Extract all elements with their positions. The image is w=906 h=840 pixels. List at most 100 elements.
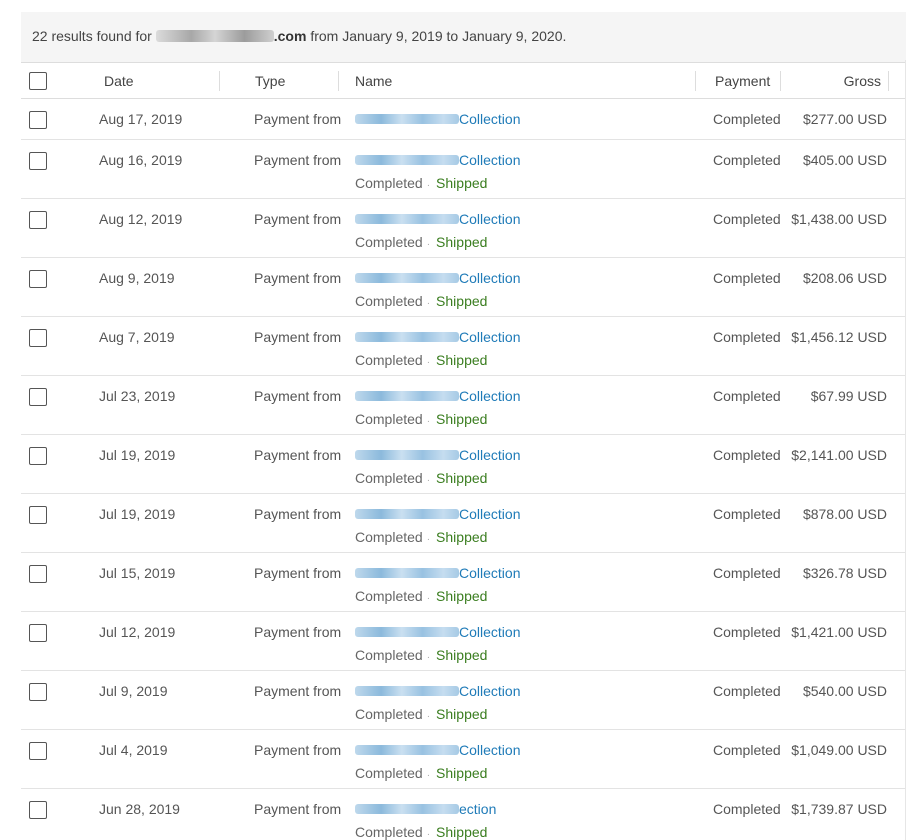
- results-range-text: from January 9, 2019 to January 9, 2020.: [310, 28, 567, 44]
- row-payment-status: Completed: [713, 742, 781, 758]
- select-all-checkbox[interactable]: [29, 72, 47, 90]
- row-type: Payment from: [254, 329, 342, 345]
- row-name[interactable]: Collection: [355, 329, 520, 345]
- row-name[interactable]: Collection: [355, 565, 520, 581]
- row-checkbox[interactable]: [29, 506, 47, 524]
- row-name[interactable]: Collection: [355, 388, 520, 404]
- column-header-date[interactable]: Date: [104, 73, 134, 89]
- column-header-type[interactable]: Type: [255, 73, 285, 89]
- table-row[interactable]: Jul 4, 2019 Payment from Collection Complet…: [21, 730, 906, 789]
- column-header-gross[interactable]: Gross: [844, 73, 881, 89]
- redacted-name: [355, 273, 459, 283]
- row-name[interactable]: Collection: [355, 506, 520, 522]
- table-row[interactable]: Jul 19, 2019 Payment from Collection Comple…: [21, 494, 906, 553]
- row-name-link[interactable]: Collection: [459, 624, 520, 640]
- row-checkbox[interactable]: [29, 329, 47, 347]
- table-row[interactable]: Jun 28, 2019 Payment from ection Completed ·…: [21, 789, 906, 840]
- row-payment-status: Completed: [713, 388, 781, 404]
- row-gross: $326.78 USD: [802, 565, 887, 581]
- row-order-status: Completed · Shipped: [355, 175, 487, 191]
- row-order-status: Completed · Shipped: [355, 588, 487, 604]
- row-shipping: Shipped: [436, 293, 488, 309]
- row-name-link[interactable]: Collection: [459, 329, 520, 345]
- row-name-link[interactable]: Collection: [459, 152, 520, 168]
- column-separator: [219, 71, 220, 91]
- row-checkbox[interactable]: [29, 801, 47, 819]
- row-name[interactable]: ection: [355, 801, 496, 817]
- row-name[interactable]: Collection: [355, 111, 520, 127]
- row-name-link[interactable]: Collection: [459, 565, 520, 581]
- row-gross: $540.00 USD: [802, 683, 887, 699]
- row-name-link[interactable]: Collection: [459, 742, 520, 758]
- row-status: Completed: [355, 293, 423, 309]
- row-checkbox[interactable]: [29, 624, 47, 642]
- row-name[interactable]: Collection: [355, 152, 520, 168]
- row-type: Payment from: [254, 152, 342, 168]
- row-name-link[interactable]: Collection: [459, 447, 520, 463]
- row-gross: $1,049.00 USD: [791, 742, 887, 758]
- row-gross: $1,438.00 USD: [791, 211, 887, 227]
- separator-dot: ·: [426, 652, 431, 663]
- table-row[interactable]: Jul 23, 2019 Payment from Collection Comple…: [21, 376, 906, 435]
- row-checkbox[interactable]: [29, 152, 47, 170]
- separator-dot: ·: [426, 475, 431, 486]
- row-name[interactable]: Collection: [355, 270, 520, 286]
- row-checkbox[interactable]: [29, 447, 47, 465]
- row-name-link[interactable]: Collection: [459, 506, 520, 522]
- separator-dot: ·: [426, 593, 431, 604]
- row-shipping: Shipped: [436, 824, 488, 840]
- table-row[interactable]: Aug 9, 2019 Payment from Collection Complet…: [21, 258, 906, 317]
- row-payment-status: Completed: [713, 801, 781, 817]
- row-shipping: Shipped: [436, 352, 488, 368]
- table-row[interactable]: Aug 12, 2019 Payment from Collection Comple…: [21, 199, 906, 258]
- column-separator: [780, 71, 781, 91]
- row-order-status: Completed · Shipped: [355, 529, 487, 545]
- row-name[interactable]: Collection: [355, 742, 520, 758]
- row-name-link[interactable]: Collection: [459, 270, 520, 286]
- row-name[interactable]: Collection: [355, 447, 520, 463]
- row-checkbox[interactable]: [29, 742, 47, 760]
- row-name[interactable]: Collection: [355, 624, 520, 640]
- row-shipping: Shipped: [436, 588, 488, 604]
- row-checkbox[interactable]: [29, 565, 47, 583]
- column-separator: [338, 71, 339, 91]
- table-row[interactable]: Jul 9, 2019 Payment from Collection Complet…: [21, 671, 906, 730]
- row-checkbox[interactable]: [29, 270, 47, 288]
- redacted-name: [355, 114, 459, 124]
- separator-dot: ·: [426, 711, 431, 722]
- row-type: Payment from: [254, 388, 342, 404]
- row-name-link[interactable]: ection: [459, 801, 496, 817]
- row-name-link[interactable]: Collection: [459, 111, 520, 127]
- row-checkbox[interactable]: [29, 211, 47, 229]
- table-row[interactable]: Aug 17, 2019 Payment from Collection Comple…: [21, 99, 906, 140]
- table-row[interactable]: Jul 12, 2019 Payment from Collection Comple…: [21, 612, 906, 671]
- row-date: Jul 19, 2019: [99, 506, 176, 522]
- row-status: Completed: [355, 706, 423, 722]
- row-order-status: Completed · Shipped: [355, 234, 487, 250]
- redacted-name: [355, 686, 459, 696]
- row-name[interactable]: Collection: [355, 211, 520, 227]
- row-checkbox[interactable]: [29, 111, 47, 129]
- separator-dot: ·: [426, 239, 431, 250]
- row-shipping: Shipped: [436, 234, 488, 250]
- row-order-status: Completed · Shipped: [355, 352, 487, 368]
- row-status: Completed: [355, 765, 423, 781]
- column-header-payment[interactable]: Payment: [715, 73, 770, 89]
- row-checkbox[interactable]: [29, 683, 47, 701]
- redacted-name: [355, 627, 459, 637]
- row-name-link[interactable]: Collection: [459, 388, 520, 404]
- table-row[interactable]: Jul 19, 2019 Payment from Collection Comple…: [21, 435, 906, 494]
- row-name[interactable]: Collection: [355, 683, 520, 699]
- row-payment-status: Completed: [713, 111, 781, 127]
- table-row[interactable]: Aug 16, 2019 Payment from Collection Comple…: [21, 140, 906, 199]
- column-header-name[interactable]: Name: [355, 73, 392, 89]
- row-name-link[interactable]: Collection: [459, 683, 520, 699]
- row-status: Completed: [355, 529, 423, 545]
- table-row[interactable]: Jul 15, 2019 Payment from Collection Comple…: [21, 553, 906, 612]
- row-type: Payment from: [254, 447, 342, 463]
- redacted-name: [355, 804, 459, 814]
- row-name-link[interactable]: Collection: [459, 211, 520, 227]
- row-gross: $1,739.87 USD: [791, 801, 887, 817]
- table-row[interactable]: Aug 7, 2019 Payment from Collection Complet…: [21, 317, 906, 376]
- row-checkbox[interactable]: [29, 388, 47, 406]
